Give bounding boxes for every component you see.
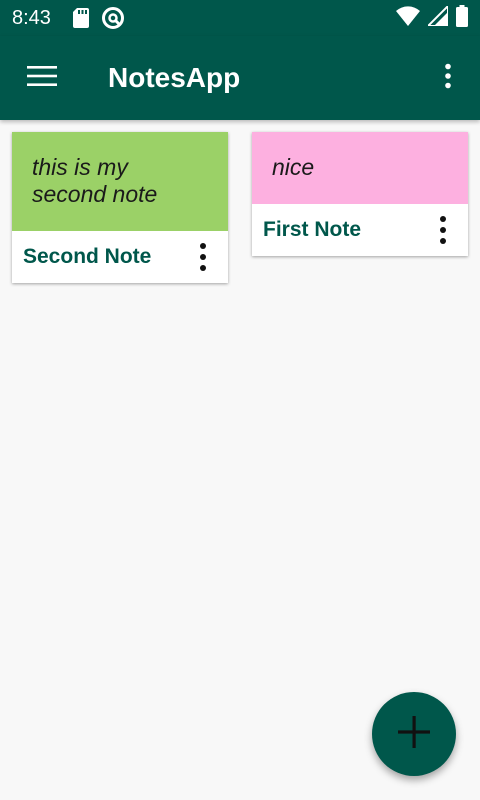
more-vert-icon bbox=[444, 63, 452, 94]
menu-button[interactable] bbox=[0, 36, 84, 120]
more-vert-icon bbox=[200, 243, 206, 271]
status-time: 8:43 bbox=[12, 6, 51, 29]
note-body-text: this is my second note bbox=[32, 154, 158, 207]
note-footer: First Note bbox=[252, 204, 468, 256]
battery-icon bbox=[456, 4, 468, 32]
hamburger-menu-icon bbox=[27, 65, 57, 92]
do-not-disturb-icon bbox=[101, 6, 125, 30]
app-title: NotesApp bbox=[108, 62, 241, 93]
sd-card-icon bbox=[72, 8, 89, 28]
status-bar: 8:43 bbox=[0, 0, 480, 36]
add-note-button[interactable] bbox=[372, 692, 456, 776]
add-icon bbox=[398, 715, 430, 753]
note-menu-button[interactable] bbox=[428, 210, 458, 250]
note-body: this is my second note bbox=[12, 132, 228, 231]
note-title: Second Note bbox=[23, 245, 152, 268]
note-menu-button[interactable] bbox=[188, 237, 218, 277]
note-title: First Note bbox=[263, 218, 362, 241]
note-body: nice bbox=[252, 132, 468, 204]
app-bar: NotesApp bbox=[0, 36, 480, 120]
wifi-icon bbox=[396, 5, 420, 31]
note-card[interactable]: this is my second note Second Note bbox=[12, 132, 228, 283]
note-card[interactable]: nice First Note bbox=[252, 132, 468, 256]
note-body-text: nice bbox=[272, 154, 315, 180]
more-vert-icon bbox=[440, 216, 446, 244]
note-footer: Second Note bbox=[12, 231, 228, 283]
signal-icon bbox=[425, 3, 449, 31]
overflow-menu-button[interactable] bbox=[416, 36, 480, 120]
